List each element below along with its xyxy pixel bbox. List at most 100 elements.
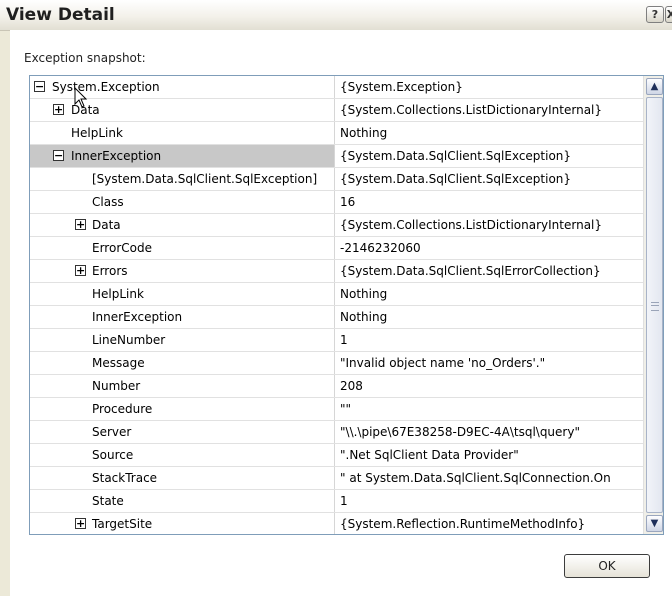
property-row[interactable]: + Errors {System.Data.SqlClient.SqlErrorCo… (30, 260, 643, 283)
property-value[interactable]: {System.Data.SqlClient.SqlException} (336, 145, 643, 167)
property-row[interactable]: InnerException Nothing (30, 306, 643, 329)
property-name-cell[interactable]: HelpLink (30, 122, 335, 144)
property-name: Message (92, 356, 145, 370)
property-name: Data (92, 218, 121, 232)
close-icon: X (666, 8, 672, 21)
property-name: Procedure (92, 402, 153, 416)
scroll-thumb[interactable] (646, 97, 663, 513)
expand-icon[interactable]: + (53, 104, 64, 115)
property-row[interactable]: Source ".Net SqlClient Data Provider" (30, 444, 643, 467)
property-value[interactable]: -2146232060 (336, 237, 643, 259)
property-name-cell[interactable]: ErrorCode (30, 237, 335, 259)
property-name-cell[interactable]: Message (30, 352, 335, 374)
property-row[interactable]: + TargetSite {System.Reflection.RuntimeMet… (30, 513, 643, 534)
property-value[interactable]: ".Net SqlClient Data Provider" (336, 444, 643, 466)
expand-icon[interactable]: + (75, 265, 86, 276)
property-name-cell[interactable]: + TargetSite (30, 513, 335, 534)
property-name: InnerException (71, 149, 162, 163)
property-value[interactable]: Nothing (336, 283, 643, 305)
property-name: HelpLink (71, 126, 123, 140)
property-row[interactable]: − InnerException {System.Data.SqlClient.Sq… (30, 145, 643, 168)
property-row[interactable]: Procedure "" (30, 398, 643, 421)
property-row[interactable]: LineNumber 1 (30, 329, 643, 352)
property-name: HelpLink (92, 287, 144, 301)
property-name-cell[interactable]: Number (30, 375, 335, 397)
property-name: [System.Data.SqlClient.SqlException] (92, 172, 318, 186)
property-name-cell[interactable]: [System.Data.SqlClient.SqlException] (30, 168, 335, 190)
property-row[interactable]: − System.Exception {System.Exception} (30, 76, 643, 99)
property-name: Number (92, 379, 141, 393)
property-value[interactable]: Nothing (336, 122, 643, 144)
property-name: Errors (92, 264, 128, 278)
scroll-down-button[interactable]: ▼ (646, 515, 663, 532)
exception-snapshot-label: Exception snapshot: (24, 51, 146, 65)
dialog-title: View Detail (6, 5, 115, 25)
property-name: TargetSite (92, 517, 153, 531)
chevron-up-icon: ▲ (650, 81, 659, 92)
property-value[interactable]: 1 (336, 329, 643, 351)
property-value[interactable]: 208 (336, 375, 643, 397)
property-row[interactable]: Message "Invalid object name 'no_Orders'.… (30, 352, 643, 375)
property-name-cell[interactable]: Class (30, 191, 335, 213)
property-row[interactable]: + Data {System.Collections.ListDictionaryI… (30, 99, 643, 122)
property-value[interactable]: {System.Collections.ListDictionaryIntern… (336, 99, 643, 121)
collapse-icon[interactable]: − (34, 81, 45, 92)
scroll-up-button[interactable]: ▲ (646, 78, 663, 95)
grip-icon (651, 302, 659, 311)
property-value[interactable]: {System.Data.SqlClient.SqlErrorCollectio… (336, 260, 643, 282)
property-row[interactable]: [System.Data.SqlClient.SqlException] {Sys… (30, 168, 643, 191)
property-name-cell[interactable]: Source (30, 444, 335, 466)
ok-button[interactable]: OK (564, 554, 650, 578)
exception-property-grid: − System.Exception {System.Exception} + Data… (29, 75, 664, 535)
property-name: State (92, 494, 124, 508)
property-value[interactable]: "" (336, 398, 643, 420)
property-row[interactable]: + Data {System.Collections.ListDictionaryI… (30, 214, 643, 237)
property-name: Source (92, 448, 134, 462)
property-name: ErrorCode (92, 241, 152, 255)
property-value[interactable]: 16 (336, 191, 643, 213)
property-name: Class (92, 195, 124, 209)
expand-icon[interactable]: + (75, 219, 86, 230)
property-name-cell[interactable]: HelpLink (30, 283, 335, 305)
property-row[interactable]: Server "\\.\pipe\67E38258-D9EC-4A\tsql\qu… (30, 421, 643, 444)
expand-icon[interactable]: + (75, 518, 86, 529)
property-row[interactable]: ErrorCode -2146232060 (30, 237, 643, 260)
property-value[interactable]: {System.Collections.ListDictionaryIntern… (336, 214, 643, 236)
property-name-cell[interactable]: − InnerException (30, 145, 335, 167)
collapse-icon[interactable]: − (53, 150, 64, 161)
help-button[interactable]: ? (646, 6, 664, 23)
property-row[interactable]: State 1 (30, 490, 643, 513)
property-name-cell[interactable]: StackTrace (30, 467, 335, 489)
property-value[interactable]: 1 (336, 490, 643, 512)
property-value[interactable]: {System.Reflection.RuntimeMethodInfo} (336, 513, 643, 534)
property-name: StackTrace (92, 471, 158, 485)
vertical-scrollbar[interactable]: ▲ ▼ (643, 76, 663, 534)
property-name: LineNumber (92, 333, 166, 347)
property-row[interactable]: HelpLink Nothing (30, 283, 643, 306)
property-value[interactable]: {System.Data.SqlClient.SqlException} (336, 168, 643, 190)
property-value[interactable]: "\\.\pipe\67E38258-D9EC-4A\tsql\query" (336, 421, 643, 443)
property-value[interactable]: {System.Exception} (336, 76, 643, 98)
property-name-cell[interactable]: LineNumber (30, 329, 335, 351)
property-row[interactable]: StackTrace " at System.Data.SqlClient.Sql… (30, 467, 643, 490)
property-row[interactable]: Number 208 (30, 375, 643, 398)
help-icon: ? (651, 8, 659, 21)
property-name-cell[interactable]: + Errors (30, 260, 335, 282)
property-name-cell[interactable]: Server (30, 421, 335, 443)
property-name: InnerException (92, 310, 183, 324)
title-bar[interactable]: View Detail ? X (0, 0, 672, 31)
property-name-cell[interactable]: Procedure (30, 398, 335, 420)
mouse-cursor-icon (74, 87, 88, 108)
property-name-cell[interactable]: + Data (30, 214, 335, 236)
property-name-cell[interactable]: State (30, 490, 335, 512)
close-button[interactable]: X (665, 6, 672, 23)
property-name: Server (92, 425, 132, 439)
property-row[interactable]: HelpLink Nothing (30, 122, 643, 145)
property-value[interactable]: "Invalid object name 'no_Orders'." (336, 352, 643, 374)
property-name-cell[interactable]: InnerException (30, 306, 335, 328)
property-row[interactable]: Class 16 (30, 191, 643, 214)
chevron-down-icon: ▼ (650, 518, 659, 529)
property-value[interactable]: Nothing (336, 306, 643, 328)
view-detail-dialog: View Detail ? X Exception snapshot: − Sys… (0, 0, 672, 596)
property-value[interactable]: " at System.Data.SqlClient.SqlConnection… (336, 467, 643, 489)
